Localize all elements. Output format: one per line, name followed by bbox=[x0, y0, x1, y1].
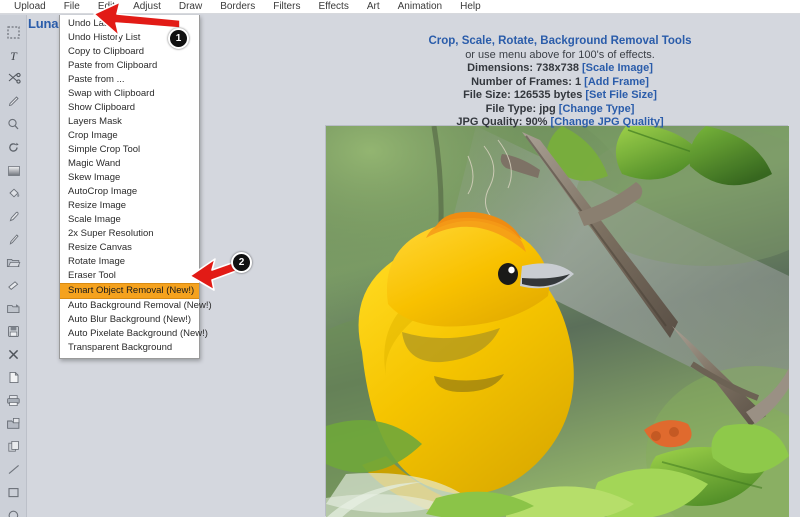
eyedropper-icon[interactable] bbox=[0, 205, 27, 228]
dropdown-item-19[interactable]: Smart Object Removal (New!) bbox=[60, 283, 199, 299]
rotate-refresh-icon[interactable] bbox=[0, 136, 27, 159]
new-page-icon[interactable] bbox=[0, 366, 27, 389]
dropdown-item-20[interactable]: Auto Background Removal (New!) bbox=[60, 299, 199, 313]
dropdown-item-11[interactable]: Skew Image bbox=[60, 171, 199, 185]
paint-bucket-icon[interactable] bbox=[0, 182, 27, 205]
bird-photo bbox=[326, 126, 789, 517]
dropdown-item-9[interactable]: Simple Crop Tool bbox=[60, 143, 199, 157]
dropdown-item-21[interactable]: Auto Blur Background (New!) bbox=[60, 313, 199, 327]
info-filesize: File Size: 126535 bytes [Set File Size] bbox=[340, 89, 780, 103]
paintbrush-icon[interactable] bbox=[0, 228, 27, 251]
print-icon[interactable] bbox=[0, 389, 27, 412]
info-dimensions: Dimensions: 738x738 [Scale Image] bbox=[340, 62, 780, 76]
scale-image-link[interactable]: [Scale Image] bbox=[582, 62, 653, 74]
scissors-cut-icon[interactable] bbox=[0, 67, 27, 90]
info-title: Crop, Scale, Rotate, Background Removal … bbox=[340, 35, 780, 49]
copy-stack-icon[interactable] bbox=[0, 412, 27, 435]
info-subtitle: or use menu above for 100's of effects. bbox=[340, 49, 780, 63]
duplicate-icon[interactable] bbox=[0, 435, 27, 458]
set-file-size-link[interactable]: [Set File Size] bbox=[585, 89, 657, 101]
dropdown-item-3[interactable]: Paste from Clipboard bbox=[60, 59, 199, 73]
menu-animation[interactable]: Animation bbox=[389, 0, 451, 13]
add-frame-link[interactable]: [Add Frame] bbox=[584, 76, 649, 88]
open-file-icon[interactable] bbox=[0, 297, 27, 320]
change-type-link[interactable]: [Change Type] bbox=[559, 103, 635, 115]
text-tool-icon[interactable]: T bbox=[0, 44, 27, 67]
image-info-panel: Crop, Scale, Rotate, Background Removal … bbox=[340, 35, 780, 130]
frames-label: Number of Frames: 1 bbox=[471, 76, 581, 88]
menu-edit[interactable]: Edit bbox=[89, 0, 124, 13]
menu-effects[interactable]: Effects bbox=[309, 0, 357, 13]
lunapic-editor-window: UploadFileEditAdjustDrawBordersFiltersEf… bbox=[0, 0, 800, 517]
dropdown-item-15[interactable]: 2x Super Resolution bbox=[60, 227, 199, 241]
dropdown-item-13[interactable]: Resize Image bbox=[60, 199, 199, 213]
menu-filters[interactable]: Filters bbox=[264, 0, 309, 13]
filetype-label: File Type: jpg bbox=[486, 103, 556, 115]
dropdown-item-17[interactable]: Rotate Image bbox=[60, 255, 199, 269]
menu-art[interactable]: Art bbox=[358, 0, 389, 13]
rectangle-tool-icon[interactable] bbox=[0, 481, 27, 504]
image-canvas[interactable] bbox=[326, 126, 789, 517]
dimensions-label: Dimensions: 738x738 bbox=[467, 62, 579, 74]
magnifier-zoom-icon[interactable] bbox=[0, 113, 27, 136]
info-filetype: File Type: jpg [Change Type] bbox=[340, 103, 780, 117]
eraser-icon[interactable] bbox=[0, 274, 27, 297]
menu-file[interactable]: File bbox=[55, 0, 89, 13]
dropdown-item-7[interactable]: Layers Mask bbox=[60, 115, 199, 129]
edit-dropdown-menu: Undo LastUndo History ListCopy to Clipbo… bbox=[59, 15, 200, 359]
dropdown-item-5[interactable]: Swap with Clipboard bbox=[60, 87, 199, 101]
menu-adjust[interactable]: Adjust bbox=[124, 0, 170, 13]
pencil-icon[interactable] bbox=[0, 90, 27, 113]
main-menu-bar: UploadFileEditAdjustDrawBordersFiltersEf… bbox=[0, 0, 800, 14]
dropdown-item-6[interactable]: Show Clipboard bbox=[60, 101, 199, 115]
dropdown-item-14[interactable]: Scale Image bbox=[60, 213, 199, 227]
dropdown-item-8[interactable]: Crop Image bbox=[60, 129, 199, 143]
quality-label: JPG Quality: 90% bbox=[456, 116, 547, 128]
line-tool-icon[interactable] bbox=[0, 458, 27, 481]
filesize-label: File Size: 126535 bytes bbox=[463, 89, 582, 101]
ellipse-tool-icon[interactable] bbox=[0, 504, 27, 517]
save-disk-icon[interactable] bbox=[0, 320, 27, 343]
close-x-icon[interactable] bbox=[0, 343, 27, 366]
dropdown-item-4[interactable]: Paste from ... bbox=[60, 73, 199, 87]
menu-help[interactable]: Help bbox=[451, 0, 490, 13]
step-badge-2: 2 bbox=[231, 252, 252, 273]
menu-upload[interactable]: Upload bbox=[5, 0, 55, 13]
svg-text:T: T bbox=[10, 49, 18, 62]
dropdown-item-12[interactable]: AutoCrop Image bbox=[60, 185, 199, 199]
info-frames: Number of Frames: 1 [Add Frame] bbox=[340, 76, 780, 90]
menu-borders[interactable]: Borders bbox=[211, 0, 264, 13]
folder-open-icon[interactable] bbox=[0, 251, 27, 274]
step-badge-1: 1 bbox=[168, 28, 189, 49]
dropdown-item-16[interactable]: Resize Canvas bbox=[60, 241, 199, 255]
marquee-select-icon[interactable] bbox=[0, 21, 27, 44]
dropdown-item-23[interactable]: Transparent Background bbox=[60, 341, 199, 355]
dropdown-item-10[interactable]: Magic Wand bbox=[60, 157, 199, 171]
menu-draw[interactable]: Draw bbox=[170, 0, 211, 13]
gradient-fill-icon[interactable] bbox=[0, 159, 27, 182]
dropdown-item-18[interactable]: Eraser Tool bbox=[60, 269, 199, 283]
info-quality: JPG Quality: 90% [Change JPG Quality] bbox=[340, 116, 780, 130]
dropdown-item-22[interactable]: Auto Pixelate Background (New!) bbox=[60, 327, 199, 341]
change-jpg-quality-link[interactable]: [Change JPG Quality] bbox=[551, 116, 664, 128]
left-tool-rail: T bbox=[0, 15, 27, 517]
